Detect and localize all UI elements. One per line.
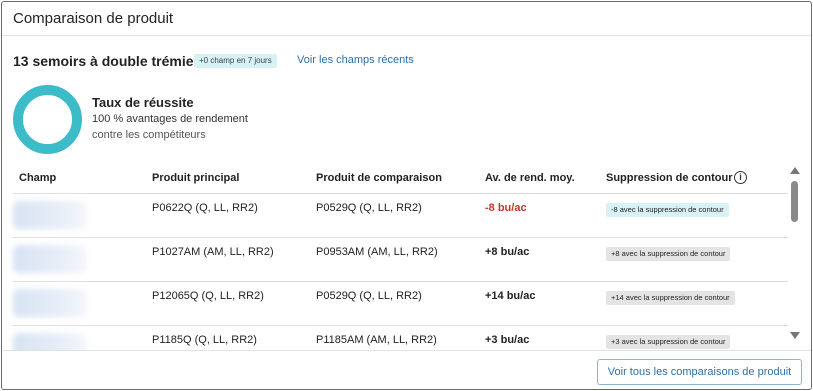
card-title: Comparaison de produit bbox=[13, 10, 174, 27]
row-divider bbox=[13, 237, 788, 238]
avg-yield-cell: +14 bu/ac bbox=[485, 290, 536, 302]
field-name-redacted bbox=[13, 289, 87, 317]
contour-badge: +3 avec la suppression de contour bbox=[606, 335, 731, 349]
table-row[interactable]: P0622Q (Q, LL, RR2) P0529Q (Q, LL, RR2) … bbox=[2, 193, 788, 237]
scroll-up-arrow-icon[interactable] bbox=[790, 167, 800, 174]
field-name-redacted bbox=[13, 201, 87, 229]
table-row[interactable]: P12065Q (Q, LL, RR2) P0529Q (Q, LL, RR2)… bbox=[2, 281, 788, 325]
column-header-primary-product[interactable]: Produit principal bbox=[152, 172, 239, 184]
contour-badge: +14 avec la suppression de contour bbox=[606, 291, 735, 305]
comparison-table: Champ Produit principal Produit de compa… bbox=[2, 162, 788, 350]
recent-fields-link[interactable]: Voir les champs récents bbox=[297, 54, 414, 66]
success-rate-caption: contre les compétiteurs bbox=[92, 129, 206, 141]
field-name-redacted bbox=[13, 245, 87, 273]
primary-product-cell: P1027AM (AM, LL, RR2) bbox=[152, 246, 274, 258]
product-comparison-card: Comparaison de produit 13 semoirs à doub… bbox=[1, 1, 812, 390]
success-rate-ring bbox=[13, 85, 82, 154]
summary-title: 13 semoirs à double trémie bbox=[13, 53, 194, 69]
row-divider bbox=[13, 193, 788, 194]
avg-yield-cell: +3 bu/ac bbox=[485, 334, 530, 346]
contour-badge: +8 avec la suppression de contour bbox=[606, 247, 731, 261]
card-footer: Voir tous les comparaisons de produit bbox=[2, 350, 811, 391]
contour-badge: -8 avec la suppression de contour bbox=[606, 203, 729, 217]
comparison-product-cell: P0953AM (AM, LL, RR2) bbox=[316, 246, 438, 258]
table-row[interactable]: P1027AM (AM, LL, RR2) P0953AM (AM, LL, R… bbox=[2, 237, 788, 281]
new-fields-badge: +0 champ en 7 jours bbox=[194, 54, 277, 68]
comparison-product-cell: P1185AM (AM, LL, RR2) bbox=[316, 334, 437, 346]
column-header-field[interactable]: Champ bbox=[19, 172, 56, 184]
avg-yield-cell: -8 bu/ac bbox=[485, 202, 527, 214]
row-divider bbox=[13, 325, 788, 326]
success-rate-title: Taux de réussite bbox=[92, 95, 194, 110]
comparison-product-cell: P0529Q (Q, LL, RR2) bbox=[316, 290, 422, 302]
comparison-product-cell: P0529Q (Q, LL, RR2) bbox=[316, 202, 422, 214]
table-row[interactable]: P1185Q (Q, LL, RR2) P1185AM (AM, LL, RR2… bbox=[2, 325, 788, 350]
table-header: Champ Produit principal Produit de compa… bbox=[2, 162, 788, 194]
scroll-down-arrow-icon[interactable] bbox=[790, 332, 800, 339]
card-header: Comparaison de produit bbox=[2, 2, 811, 36]
avg-yield-cell: +8 bu/ac bbox=[485, 246, 530, 258]
scroll-thumb[interactable] bbox=[791, 181, 798, 222]
info-icon[interactable]: i bbox=[734, 171, 747, 184]
primary-product-cell: P0622Q (Q, LL, RR2) bbox=[152, 202, 258, 214]
column-header-comparison-product[interactable]: Produit de comparaison bbox=[316, 172, 442, 184]
field-name-redacted bbox=[13, 333, 87, 350]
view-all-comparisons-button[interactable]: Voir tous les comparaisons de produit bbox=[597, 359, 802, 385]
row-divider bbox=[13, 281, 788, 282]
success-rate-value: 100 % avantages de rendement bbox=[92, 113, 248, 125]
primary-product-cell: P12065Q (Q, LL, RR2) bbox=[152, 290, 264, 302]
column-header-contour-suppression[interactable]: Suppression de contour bbox=[606, 172, 733, 184]
column-header-avg-yield[interactable]: Av. de rend. moy. bbox=[485, 172, 575, 184]
table-scrollbar[interactable] bbox=[788, 167, 802, 342]
primary-product-cell: P1185Q (Q, LL, RR2) bbox=[152, 334, 257, 346]
